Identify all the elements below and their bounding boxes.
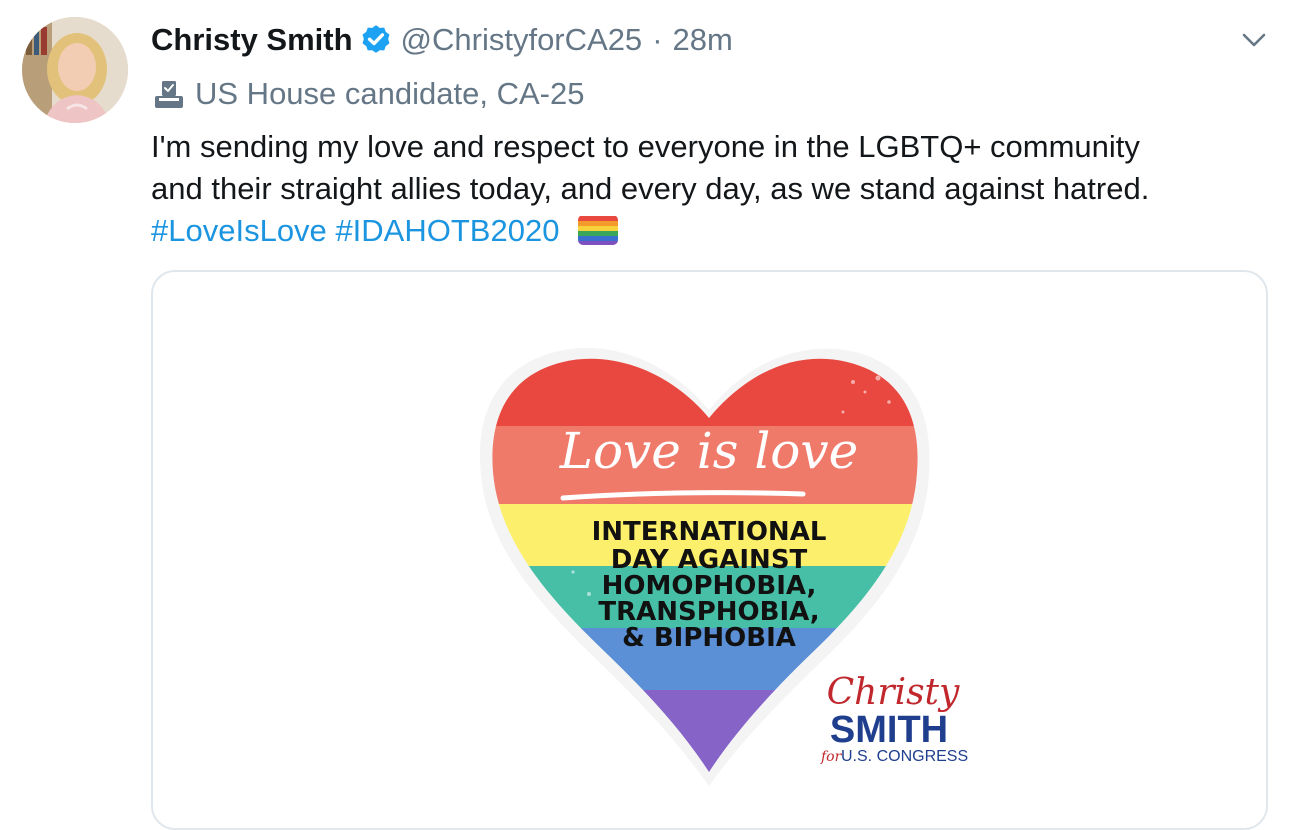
hashtag-link[interactable]: #IDAHOTB2020 — [335, 213, 559, 248]
logo-name: SMITH — [830, 709, 948, 751]
account-label[interactable]: US House candidate, CA-25 — [151, 74, 584, 114]
verified-badge-icon — [362, 25, 389, 53]
headline-line: & BIPHOBIA — [622, 623, 796, 653]
ballot-box-icon — [155, 81, 183, 108]
author-handle[interactable]: @ChristyforCA25 — [401, 22, 643, 58]
tweet[interactable]: Christy Smith @ChristyforCA25 · 28m US H… — [0, 0, 1296, 830]
tweet-header: Christy Smith @ChristyforCA25 · 28m — [151, 20, 733, 60]
campaign-logo: Christy SMITH for U.S. CONGRESS — [820, 672, 968, 765]
tweet-text: I'm sending my love and respect to every… — [151, 126, 1261, 252]
script-title: Love is love — [559, 422, 859, 480]
account-label-text: US House candidate, CA-25 — [195, 76, 585, 111]
tweet-text-line: and their straight allies today, and eve… — [151, 171, 1150, 206]
author-name[interactable]: Christy Smith — [151, 22, 353, 58]
stripe-red — [492, 358, 918, 426]
chevron-down-icon[interactable] — [1238, 24, 1270, 56]
tweet-text-line: I'm sending my love and respect to every… — [151, 129, 1140, 164]
logo-script: Christy — [827, 672, 960, 713]
tweet-timestamp[interactable]: 28m — [673, 22, 733, 58]
hashtag-link[interactable]: #LoveIsLove — [151, 213, 327, 248]
logo-for: for — [820, 749, 843, 765]
separator-dot: · — [652, 22, 663, 57]
headline-line: INTERNATIONAL — [592, 517, 827, 547]
media-card[interactable]: Love is love INTERNATIONAL DAY AGAINST H… — [151, 270, 1268, 830]
avatar[interactable] — [22, 17, 128, 123]
rainbow-flag-icon — [578, 215, 619, 245]
logo-office: U.S. CONGRESS — [841, 748, 968, 765]
media-image: Love is love INTERNATIONAL DAY AGAINST H… — [479, 347, 968, 786]
